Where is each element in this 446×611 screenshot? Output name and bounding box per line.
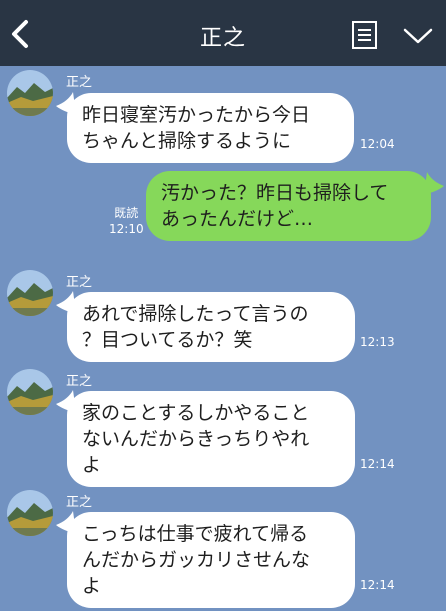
message-line: あれで掃除したって言うの [82, 303, 309, 325]
note-menu-icon[interactable] [351, 20, 379, 50]
message-line: ないんだからきっちりやれ [82, 428, 310, 450]
avatar[interactable] [7, 70, 53, 116]
message-bubble[interactable]: あれで掃除したって言うの ？目ついてるか？笑 [67, 292, 355, 362]
message-bubble[interactable]: 汚かった？昨日も掃除して あったんだけど… [146, 171, 431, 241]
avatar[interactable] [7, 270, 53, 316]
message-line: 家のことするしかやること [82, 402, 310, 424]
message-time: 12:14 [360, 578, 395, 592]
message-bubble[interactable]: こっちは仕事で疲れて帰る んだからガッカリさせんな よ [67, 512, 355, 608]
sender-name: 正之 [66, 275, 93, 290]
message-line: ちゃんと掃除するように [82, 130, 292, 152]
chat-header: 正之 [0, 0, 446, 66]
message-bubble[interactable]: 家のことするしかやること ないんだからきっちりやれ よ [67, 391, 355, 487]
message-time: 12:04 [360, 137, 395, 151]
message-line: あったんだけど… [161, 208, 314, 230]
read-label: 既読 [114, 206, 139, 220]
sender-name: 正之 [66, 495, 93, 510]
chat-title: 正之 [199, 26, 246, 51]
message-time: 12:14 [360, 457, 395, 471]
message-line: ？目ついてるか？笑 [82, 329, 253, 351]
sender-name: 正之 [66, 75, 93, 90]
message-line: こっちは仕事で疲れて帰る [82, 523, 309, 545]
message-bubble[interactable]: 昨日寝室汚かったから今日 ちゃんと掃除するように [67, 93, 354, 163]
message-line: よ [82, 454, 102, 476]
sender-name: 正之 [66, 374, 93, 389]
message-line: 昨日寝室汚かったから今日 [82, 104, 311, 126]
read-receipt: 既読 12:10 [109, 205, 144, 237]
message-line: よ [82, 575, 102, 597]
avatar[interactable] [7, 490, 53, 536]
message-time: 12:13 [360, 335, 395, 349]
message-line: んだからガッカリさせんな [82, 549, 311, 571]
message-time: 12:10 [109, 222, 144, 236]
chevron-down-icon[interactable] [402, 25, 434, 47]
avatar[interactable] [7, 369, 53, 415]
message-line: 汚かった？昨日も掃除して [161, 182, 389, 204]
